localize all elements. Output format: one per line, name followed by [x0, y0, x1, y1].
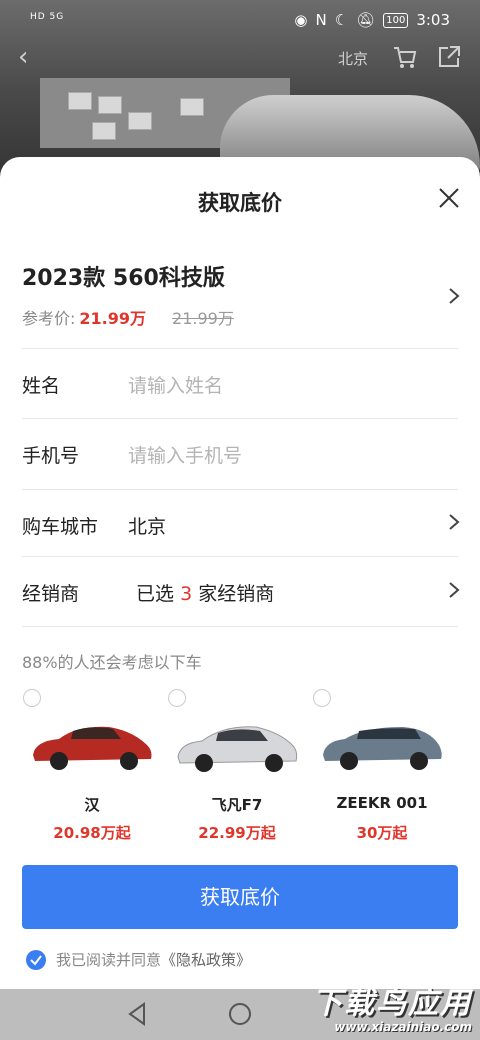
- wall-photo: [92, 122, 116, 140]
- recommend-hint: 88%的人还会考虑以下车: [22, 653, 202, 672]
- checkmark-icon: [30, 954, 42, 966]
- mute-bell-icon: 🔕︎: [356, 11, 376, 29]
- select-radio[interactable]: [23, 689, 41, 707]
- agree-text: 我已阅读并同意: [56, 951, 162, 969]
- dealer-row[interactable]: 经销商 已选 3 家经销商: [22, 556, 458, 627]
- city-label: 购车城市: [22, 516, 99, 538]
- eye-icon: ◉: [294, 11, 308, 29]
- sheet-title: 获取底价: [198, 191, 282, 215]
- city-selector[interactable]: 北京: [338, 48, 368, 69]
- price-inquiry-sheet: 获取底价 2023款 560科技版 参考价: 21.99万 21.99万 姓名 请输…: [0, 157, 480, 989]
- get-price-button[interactable]: 获取底价: [22, 865, 458, 929]
- ref-price: 21.99万: [79, 309, 147, 328]
- name-label: 姓名: [22, 375, 61, 397]
- phone-input[interactable]: 请输入手机号: [128, 441, 242, 468]
- select-radio[interactable]: [313, 689, 331, 707]
- dealer-chevron-right-icon[interactable]: [448, 581, 460, 599]
- moon-icon: ☾: [334, 11, 349, 29]
- wall-photo: [128, 112, 152, 130]
- watermark-title: 下载鸟应用: [312, 986, 472, 1021]
- car-card-han[interactable]: 汉 20.98万起: [17, 687, 167, 847]
- car-price: 22.99万起: [198, 824, 276, 842]
- car-card-zeekr-001[interactable]: ZEEKR 001 30万起: [307, 687, 457, 847]
- car-price: 20.98万起: [53, 824, 131, 842]
- car-name: 汉: [84, 796, 100, 814]
- cart-icon[interactable]: [392, 44, 418, 70]
- car-name: 飞凡F7: [211, 796, 263, 814]
- phone-row[interactable]: 手机号 请输入手机号: [22, 418, 458, 489]
- dealer-suffix: 家经销商: [198, 583, 275, 605]
- clock: 3:03: [416, 11, 450, 29]
- original-price: 21.99万: [172, 309, 234, 328]
- battery-icon: 100: [383, 12, 409, 28]
- city-chevron-right-icon[interactable]: [448, 513, 460, 531]
- nfc-icon: N: [315, 11, 327, 29]
- city-value[interactable]: 北京: [128, 512, 166, 539]
- watermark-logo: 下载鸟应用 www.xiazainiao.com: [292, 988, 472, 1040]
- city-row[interactable]: 购车城市 北京: [22, 489, 458, 560]
- model-chevron-right-icon[interactable]: [448, 287, 460, 305]
- nav-home-icon[interactable]: [228, 1001, 252, 1027]
- dealer-prefix: 已选: [136, 583, 175, 605]
- agree-checkbox[interactable]: [26, 949, 46, 970]
- signal-indicator: HD 5G: [30, 12, 65, 22]
- dealer-label: 经销商: [22, 583, 80, 605]
- top-nav-bar: ‹ 北京: [0, 40, 480, 74]
- car-image: [33, 726, 152, 770]
- car-image: [177, 726, 298, 772]
- privacy-agreement: 我已阅读并同意 《隐私政策》: [26, 949, 251, 970]
- wall-photo: [180, 98, 204, 116]
- privacy-policy-link[interactable]: 《隐私政策》: [161, 949, 251, 970]
- wall-photo: [68, 92, 92, 110]
- share-icon[interactable]: [436, 44, 462, 70]
- divider: [22, 626, 458, 627]
- model-name: 2023款 560科技版: [22, 266, 225, 291]
- car-card-feifan-f7[interactable]: 飞凡F7 22.99万起: [162, 687, 312, 847]
- nav-back-icon[interactable]: [126, 1001, 148, 1027]
- ref-label: 参考价:: [22, 309, 76, 328]
- watermark-url: www.xiazainiao.com: [334, 1020, 472, 1034]
- car-price: 30万起: [356, 824, 408, 842]
- status-bar: HD 5G ◉ N ☾ 🔕︎ 100 3:03: [0, 0, 480, 40]
- name-row[interactable]: 姓名 请输入姓名: [22, 348, 458, 419]
- dealer-count: 3: [180, 583, 193, 605]
- wall-photo: [98, 96, 122, 114]
- reference-price-line: 参考价: 21.99万 21.99万: [22, 305, 234, 329]
- car-name: ZEEKR 001: [336, 794, 428, 812]
- phone-label: 手机号: [22, 445, 80, 467]
- select-radio[interactable]: [168, 689, 186, 707]
- dealer-value[interactable]: 已选 3 家经销商: [136, 579, 274, 606]
- car-image: [323, 727, 442, 770]
- close-icon[interactable]: [438, 187, 460, 209]
- name-input[interactable]: 请输入姓名: [128, 371, 223, 398]
- back-icon[interactable]: ‹: [18, 42, 28, 72]
